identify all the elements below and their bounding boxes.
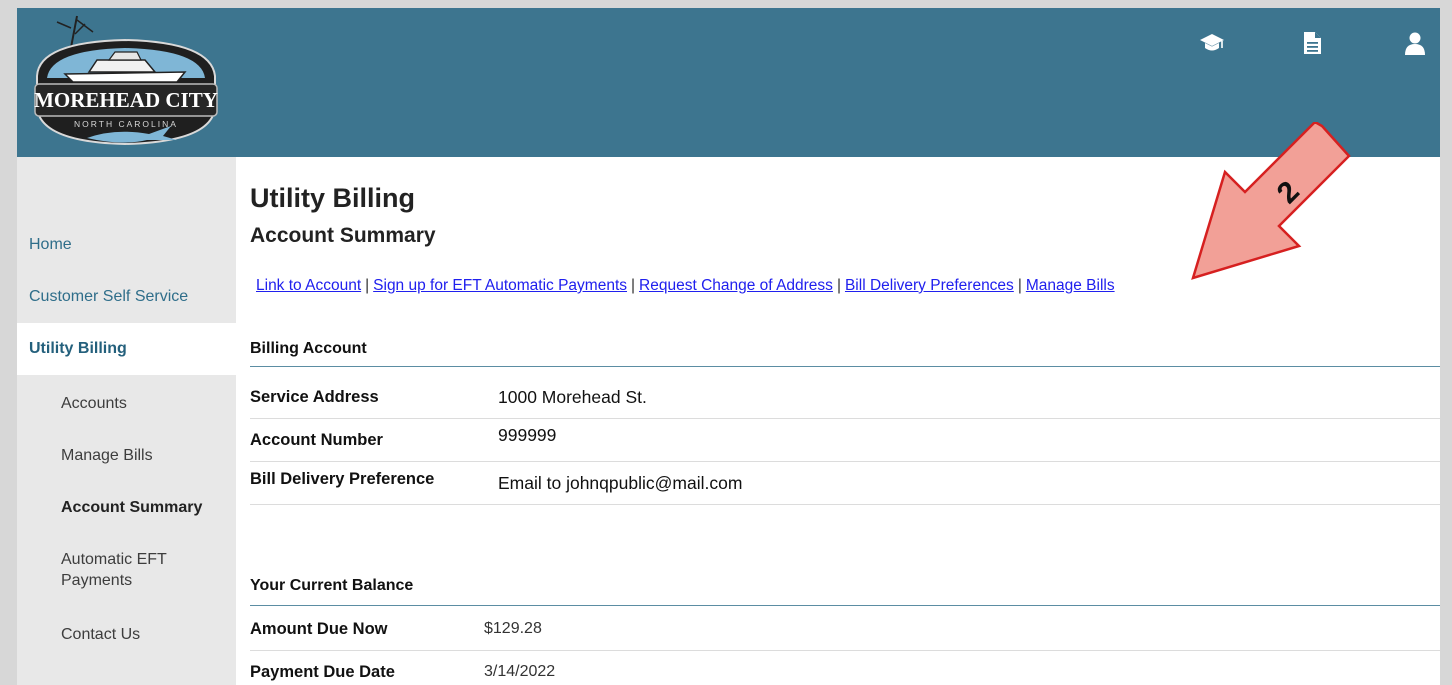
payment-due-date-label: Payment Due Date [250,663,395,681]
link-to-account-link[interactable]: Link to Account [256,277,361,294]
account-number-label: Account Number [250,431,383,449]
sidebar-item-utility-billing[interactable]: Utility Billing [17,323,236,375]
link-separator: | [631,277,636,294]
graduation-cap-icon[interactable] [1199,30,1225,56]
service-address-value: 1000 Morehead St. [498,387,647,407]
table-row: Service Address 1000 Morehead St. [250,376,1440,419]
app-frame: MOREHEAD CITY NORTH CAROLINA Home Custom… [17,8,1440,685]
table-row: Payment Due Date 3/14/2022 [250,651,1440,685]
sidebar-item-customer-self-service[interactable]: Customer Self Service [17,271,236,323]
billing-account-heading: Billing Account [250,340,1440,367]
sidebar-item-manage-bills[interactable]: Manage Bills [17,430,236,482]
sidebar-item-home[interactable]: Home [17,219,236,271]
table-row: Account Number 999999 [250,419,1440,462]
table-row: Amount Due Now $129.28 [250,608,1440,651]
manage-bills-link[interactable]: Manage Bills [1026,277,1115,294]
sidebar-item-automatic-eft-payments[interactable]: Automatic EFT Payments [17,544,187,596]
sidebar-nav: Home Customer Self Service Utility Billi… [17,157,236,685]
link-separator: | [1017,277,1022,294]
link-separator: | [365,277,370,294]
city-logo[interactable]: MOREHEAD CITY NORTH CAROLINA [25,12,230,152]
change-address-link[interactable]: Request Change of Address [639,277,833,294]
user-icon[interactable] [1402,30,1428,56]
bill-delivery-preference-value: Email to johnqpublic@mail.com [498,473,743,493]
sidebar-item-accounts[interactable]: Accounts [17,378,236,430]
eft-signup-link[interactable]: Sign up for EFT Automatic Payments [373,277,627,294]
sidebar-item-account-summary[interactable]: Account Summary [17,482,236,534]
current-balance-heading: Your Current Balance [250,577,1440,606]
amount-due-now-value: $129.28 [484,620,542,637]
logo-subtitle: NORTH CAROLINA [74,119,178,129]
page-subtitle: Account Summary [250,224,436,247]
sidebar-item-contact-us[interactable]: Contact Us [17,609,236,661]
amount-due-now-label: Amount Due Now [250,620,388,638]
table-row: Bill Delivery Preference Email to johnqp… [250,462,1440,505]
service-address-label: Service Address [250,388,379,406]
account-action-links: Link to Account | Sign up for EFT Automati… [256,277,1115,295]
document-icon[interactable] [1299,30,1325,56]
page-title: Utility Billing [250,183,415,213]
payment-due-date-value: 3/14/2022 [484,663,556,680]
account-number-value: 999999 [498,425,557,445]
bill-delivery-preference-label: Bill Delivery Preference [250,470,435,488]
logo-title: MOREHEAD CITY [34,88,218,112]
link-separator: | [836,277,841,294]
step-arrow-annotation: 2 [1191,122,1351,280]
bill-delivery-preferences-link[interactable]: Bill Delivery Preferences [845,277,1014,294]
